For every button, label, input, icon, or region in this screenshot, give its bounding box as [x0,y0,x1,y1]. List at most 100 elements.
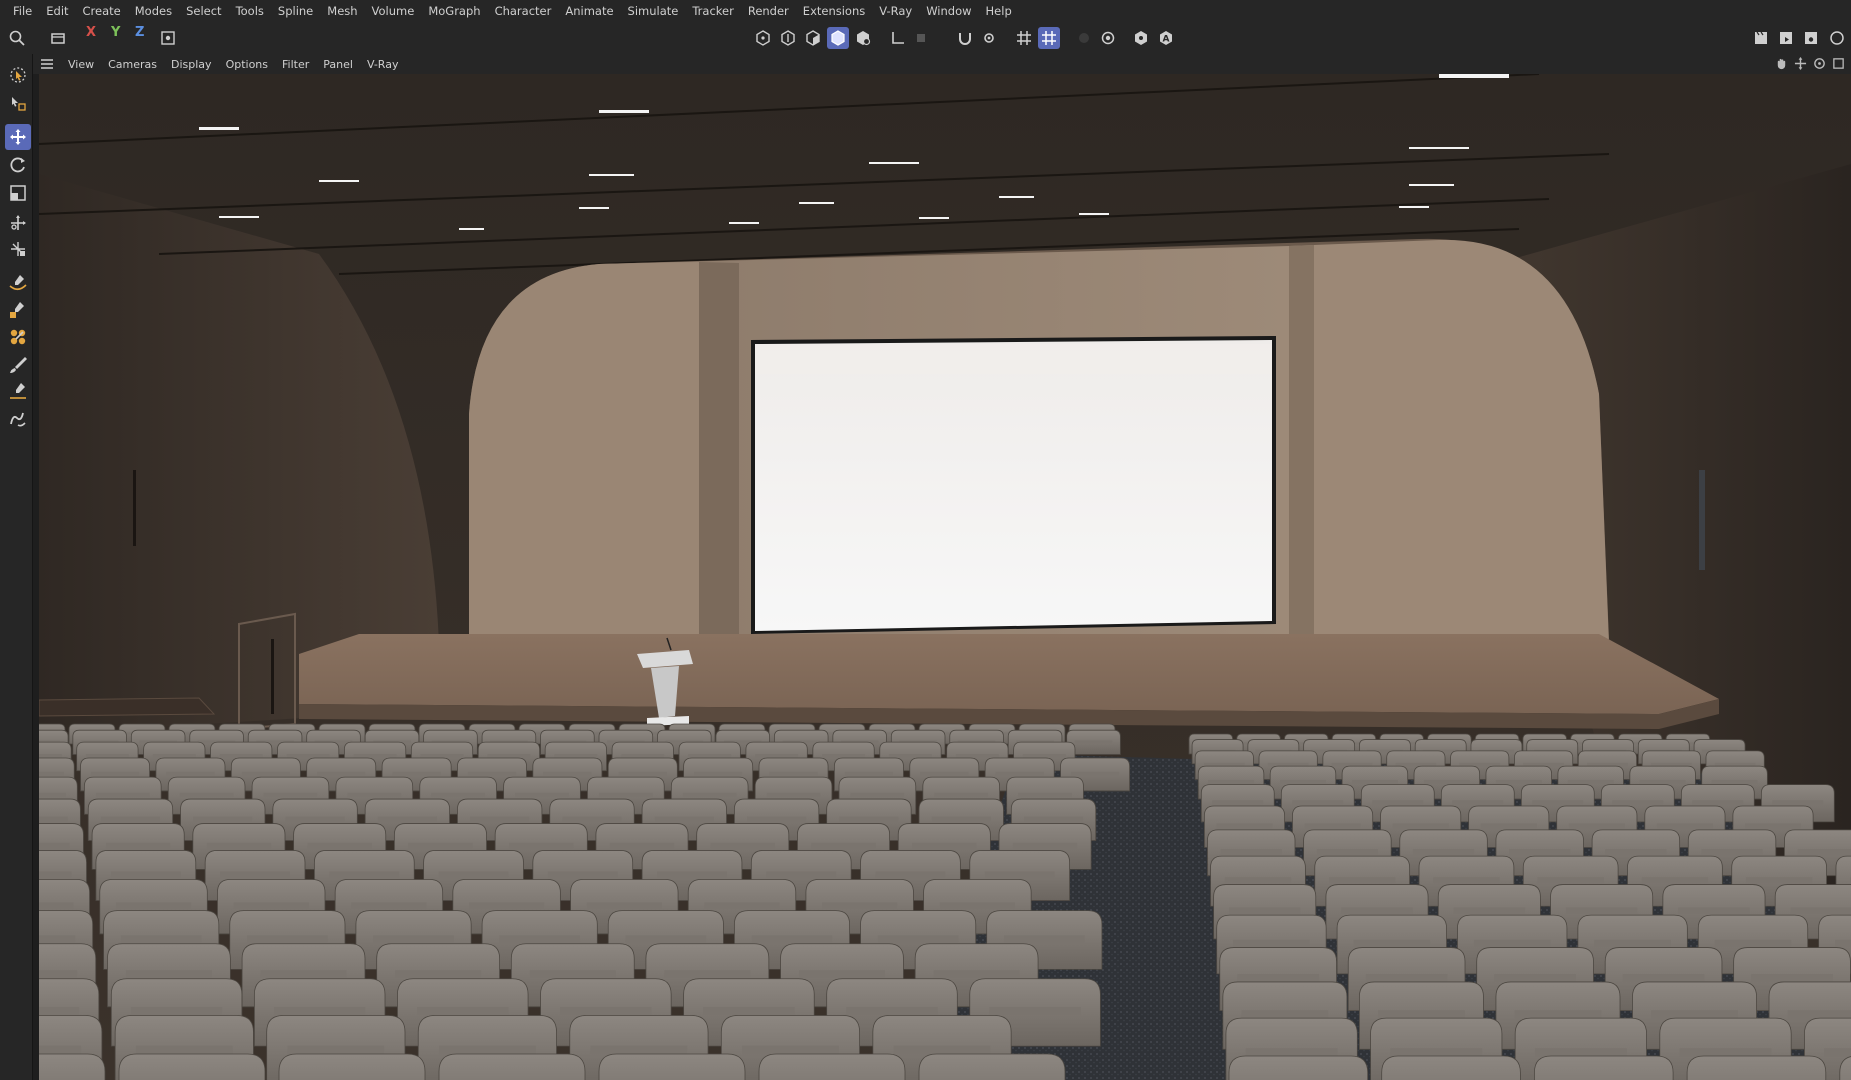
maximize-view-icon[interactable] [1832,57,1845,70]
menu-spline[interactable]: Spline [271,0,320,22]
display-polygons-button[interactable] [802,27,824,49]
seat-stitching [408,842,473,849]
tweak-mode-button[interactable] [910,27,932,49]
layout-icon [1830,31,1844,45]
menu-window[interactable]: Window [919,0,978,22]
seat-stitching [39,970,78,978]
display-points-button[interactable] [752,27,774,49]
render-view-button[interactable] [1750,27,1772,49]
pen-tool-button[interactable] [5,270,31,296]
edit-mode-button[interactable] [47,27,69,49]
viewport-menu-options[interactable]: Options [219,58,275,71]
menu-animate[interactable]: Animate [558,0,620,22]
display-object-button[interactable] [852,27,874,49]
render-picture-viewer-button[interactable] [1775,27,1797,49]
seat-stitching [1835,939,1851,947]
menu-tools[interactable]: Tools [229,0,271,22]
axis-tool-button[interactable] [887,27,909,49]
main-menubar: File Edit Create Modes Select Tools Spli… [0,0,1851,22]
coordinate-tool-button[interactable] [5,236,31,262]
menu-edit[interactable]: Edit [39,0,75,22]
menu-character[interactable]: Character [488,0,559,22]
dolly-arrows-icon[interactable] [1794,57,1807,70]
viewport-menu-filter[interactable]: Filter [275,58,316,71]
edit-render-settings-button[interactable] [1800,27,1822,49]
spline-pen-button[interactable] [5,297,31,323]
menu-select[interactable]: Select [179,0,228,22]
seat-stitching [1208,779,1255,784]
menu-simulate[interactable]: Simulate [621,0,686,22]
menu-render[interactable]: Render [741,0,796,22]
display-model-button[interactable] [827,27,849,49]
search-button[interactable] [6,27,28,49]
seat-stitching [766,871,837,878]
seat-stitching [1224,877,1292,884]
seat-stitching [508,842,574,849]
clapper-gear-icon [1805,32,1817,44]
menu-extensions[interactable]: Extensions [796,0,872,22]
seat-stitching [1392,823,1449,829]
seat-stitching [329,871,400,878]
rotate-view-icon[interactable] [1813,57,1826,70]
transform-tool-button[interactable] [5,210,31,236]
seat-stitching [1641,877,1709,884]
seat-stitching [193,816,253,822]
seat-stitching [468,902,545,909]
seat-stitching [742,1045,839,1055]
sculpt-tool-button[interactable] [5,324,31,350]
menu-file[interactable]: File [6,0,39,22]
search-icon [9,30,25,46]
seat-stitching [920,771,969,776]
axis-y-toggle[interactable]: Y [111,25,120,40]
menu-help[interactable]: Help [979,0,1019,22]
spline-sketch-button[interactable] [5,406,31,432]
scale-selection-button[interactable] [5,90,31,116]
viewport-menu-panel[interactable]: Panel [316,58,360,71]
pan-hand-icon[interactable] [1775,57,1788,70]
render-settings-button[interactable] [1097,27,1119,49]
menu-tracker[interactable]: Tracker [685,0,741,22]
scale-cursor-icon [12,97,26,111]
viewport-menubar: View Cameras Display Options Filter Pane… [33,54,1851,74]
scale-tool-button[interactable] [5,180,31,206]
render-region-button[interactable] [1073,27,1095,49]
viewport-menu-view[interactable]: View [61,58,101,71]
viewport-hamburger-menu[interactable] [33,58,61,70]
snapping-button[interactable] [954,27,976,49]
menu-modes[interactable]: Modes [128,0,179,22]
seat-stitching [1351,779,1398,784]
grid-snap-button[interactable] [1013,27,1035,49]
seat-stitching [39,792,66,798]
workplane-snap-button[interactable] [1038,27,1060,49]
sculpt-dots-icon [10,329,26,345]
brush-tool-button[interactable] [5,352,31,378]
seat-stitching [105,842,171,849]
rotate-tool-button[interactable] [5,152,31,178]
seat-stitching [609,842,675,849]
perspective-viewport[interactable] [39,74,1851,1080]
knife-tool-button[interactable] [5,378,31,404]
vray-ipr-button[interactable]: A [1155,27,1177,49]
seat-stitching [1701,849,1763,855]
seat [1381,1055,1521,1080]
axis-x-toggle[interactable]: X [86,25,96,40]
menu-mesh[interactable]: Mesh [320,0,364,22]
viewport-menu-display[interactable]: Display [164,58,219,71]
menu-mograph[interactable]: MoGraph [421,0,487,22]
menu-create[interactable]: Create [76,0,128,22]
axis-z-toggle[interactable]: Z [135,25,144,40]
coordinate-system-button[interactable] [157,27,179,49]
pen-spline-icon [9,275,27,291]
move-tool-button[interactable] [5,124,31,150]
display-edges-button[interactable] [777,27,799,49]
layout-button[interactable] [1825,27,1847,49]
menu-volume[interactable]: Volume [365,0,422,22]
seat-stitching [1714,939,1792,947]
menu-vray[interactable]: V-Ray [872,0,919,22]
snap-settings-button[interactable] [978,27,1000,49]
live-selection-button[interactable] [5,62,31,88]
viewport-menu-vray[interactable]: V-Ray [360,58,406,71]
seat-stitching [467,771,517,776]
vray-render-button[interactable] [1130,27,1152,49]
viewport-menu-cameras[interactable]: Cameras [101,58,164,71]
